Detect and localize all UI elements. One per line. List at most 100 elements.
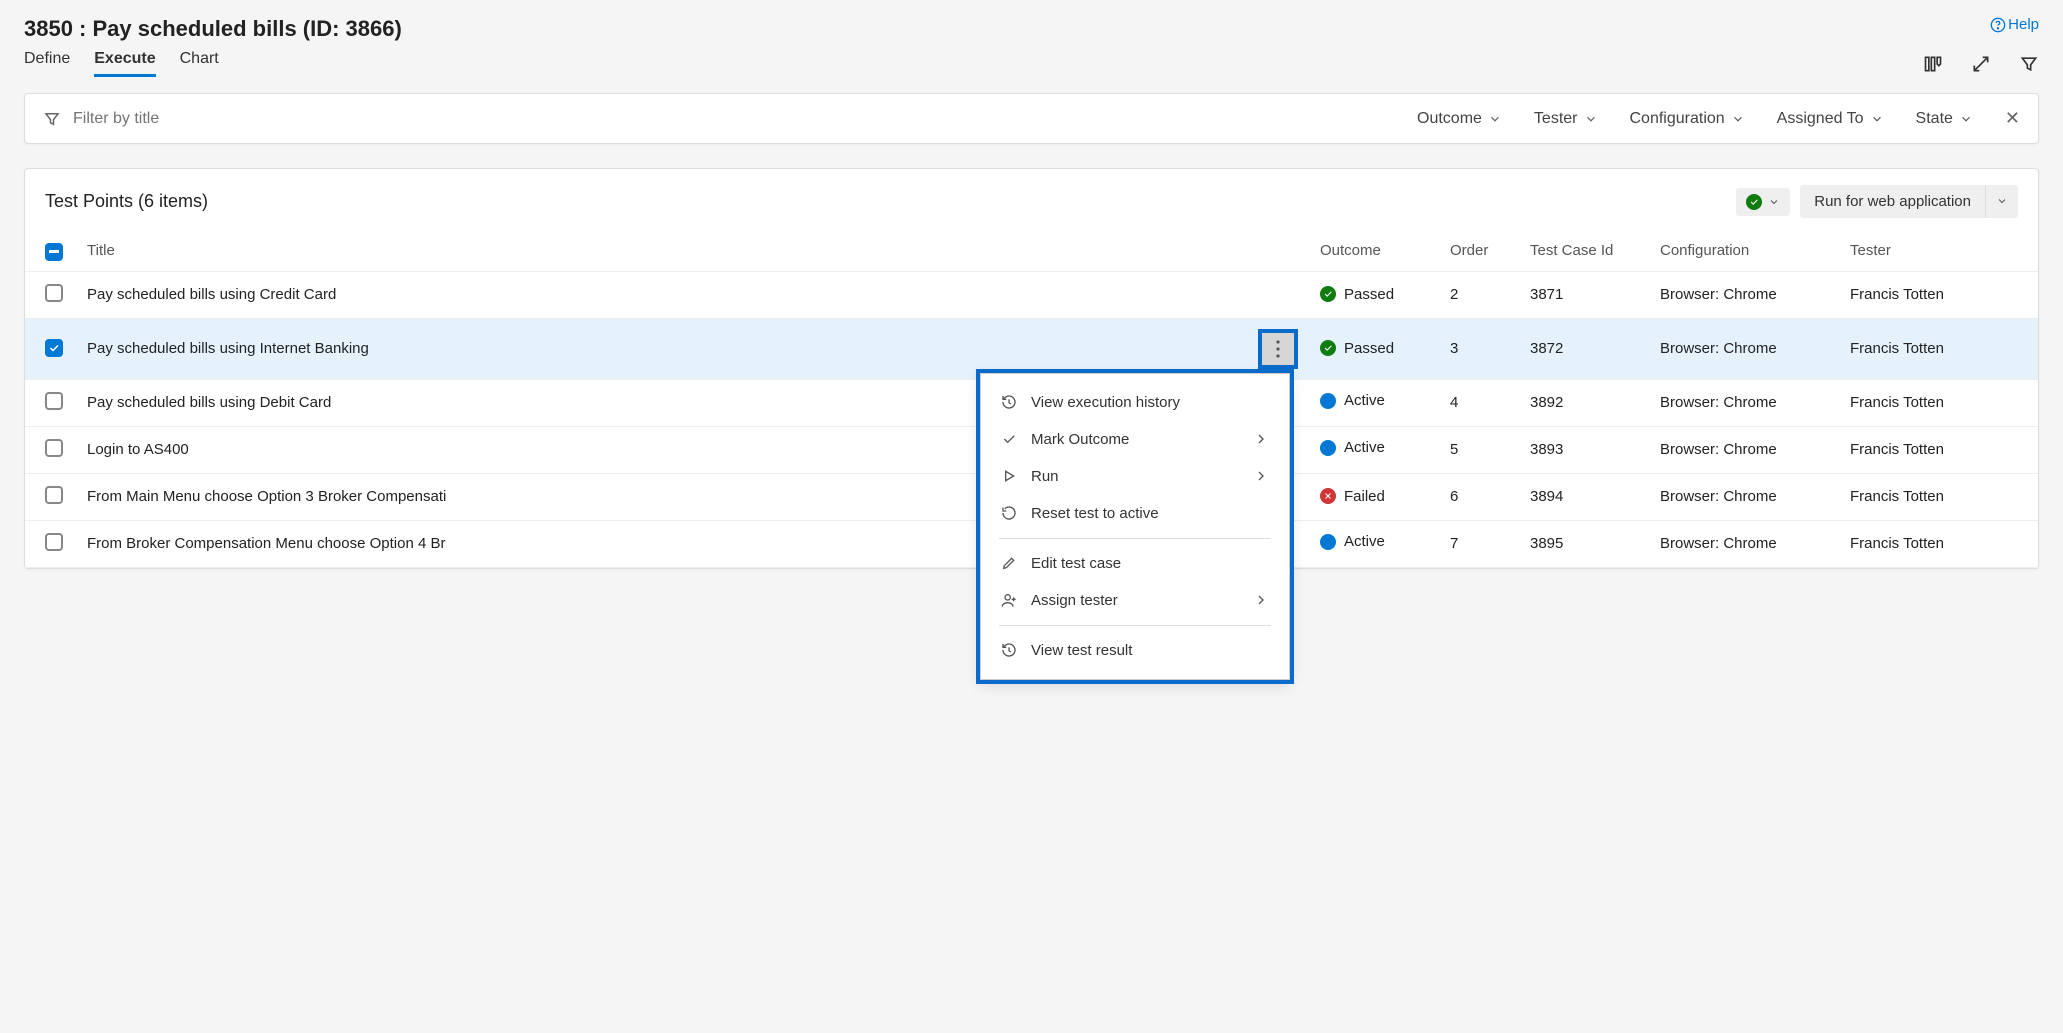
chevron-right-icon — [1253, 468, 1269, 484]
fullscreen-icon[interactable] — [1971, 54, 1991, 74]
col-outcome[interactable]: Outcome — [1308, 230, 1438, 271]
chevron-down-icon — [1959, 112, 1973, 126]
menu-separator — [999, 625, 1271, 626]
menu-label: Reset test to active — [1031, 505, 1159, 522]
row-title: Pay scheduled bills using Debit Card — [87, 394, 331, 411]
row-title: Pay scheduled bills using Credit Card — [87, 286, 336, 303]
menu-mark-outcome[interactable]: Mark Outcome — [981, 421, 1289, 458]
row-checkbox[interactable] — [45, 284, 63, 302]
history-icon — [1001, 394, 1017, 410]
row-title: From Main Menu choose Option 3 Broker Co… — [87, 488, 446, 505]
filter-state[interactable]: State — [1916, 110, 1973, 128]
row-order: 3 — [1438, 318, 1518, 379]
pencil-icon — [1001, 555, 1017, 571]
table-row[interactable]: Pay scheduled bills using Internet Banki… — [25, 318, 2038, 379]
chevron-down-icon — [1768, 196, 1780, 208]
menu-run[interactable]: Run — [981, 458, 1289, 495]
row-checkbox[interactable] — [45, 533, 63, 551]
check-circle-icon — [1746, 194, 1762, 210]
menu-view-execution-history[interactable]: View execution history — [981, 384, 1289, 421]
more-actions-button[interactable] — [1260, 331, 1296, 367]
row-checkbox[interactable] — [45, 392, 63, 410]
row-order: 6 — [1438, 473, 1518, 520]
row-test-case-id: 3894 — [1518, 473, 1648, 520]
filter-tester[interactable]: Tester — [1534, 110, 1598, 128]
row-configuration: Browser: Chrome — [1648, 379, 1838, 426]
menu-assign-tester[interactable]: Assign tester — [981, 582, 1289, 619]
menu-separator — [999, 538, 1271, 539]
filter-bar: Outcome Tester Configuration Assigned To… — [24, 93, 2039, 144]
menu-label: View execution history — [1031, 394, 1180, 411]
tab-execute[interactable]: Execute — [94, 50, 155, 77]
run-button-caret[interactable] — [1985, 186, 2018, 218]
page-title: 3850 : Pay scheduled bills (ID: 3866) — [24, 16, 402, 42]
menu-label: View test result — [1031, 642, 1132, 659]
help-label: Help — [2008, 16, 2039, 33]
menu-label: Mark Outcome — [1031, 431, 1129, 448]
row-order: 5 — [1438, 426, 1518, 473]
row-tester: Francis Totten — [1838, 473, 2038, 520]
row-outcome: Active — [1344, 392, 1385, 409]
active-icon — [1320, 534, 1336, 550]
row-order: 4 — [1438, 379, 1518, 426]
row-test-case-id: 3893 — [1518, 426, 1648, 473]
filter-assigned-to[interactable]: Assigned To — [1777, 110, 1884, 128]
filter-input[interactable] — [73, 110, 1417, 128]
active-icon — [1320, 393, 1336, 409]
row-order: 7 — [1438, 520, 1518, 567]
filter-configuration[interactable]: Configuration — [1630, 110, 1745, 128]
refresh-icon — [1001, 505, 1017, 521]
clear-filters-button[interactable]: ✕ — [2005, 108, 2020, 129]
play-icon — [1001, 468, 1017, 484]
filter-state-label: State — [1916, 110, 1953, 128]
col-configuration[interactable]: Configuration — [1648, 230, 1838, 271]
menu-label: Edit test case — [1031, 555, 1121, 572]
menu-view-test-result[interactable]: View test result — [981, 632, 1289, 669]
filter-tester-label: Tester — [1534, 110, 1578, 128]
filter-outcome[interactable]: Outcome — [1417, 110, 1502, 128]
row-test-case-id: 3872 — [1518, 318, 1648, 379]
filter-configuration-label: Configuration — [1630, 110, 1725, 128]
row-outcome: Passed — [1344, 340, 1394, 357]
tab-chart[interactable]: Chart — [180, 50, 219, 77]
row-title: From Broker Compensation Menu choose Opt… — [87, 535, 446, 552]
row-title: Login to AS400 — [87, 441, 189, 458]
chevron-down-icon — [1996, 195, 2008, 207]
passed-icon — [1320, 286, 1336, 302]
row-configuration: Browser: Chrome — [1648, 473, 1838, 520]
failed-icon — [1320, 488, 1336, 504]
row-checkbox[interactable] — [45, 339, 63, 357]
passed-icon — [1320, 340, 1336, 356]
menu-label: Run — [1031, 468, 1059, 485]
row-configuration: Browser: Chrome — [1648, 271, 1838, 318]
menu-edit-test-case[interactable]: Edit test case — [981, 545, 1289, 582]
row-title: Pay scheduled bills using Internet Banki… — [87, 340, 369, 357]
row-tester: Francis Totten — [1838, 520, 2038, 567]
col-title[interactable]: Title — [75, 230, 1308, 271]
tabs: Define Execute Chart — [24, 50, 219, 77]
row-tester: Francis Totten — [1838, 379, 2038, 426]
mark-outcome-quick-button[interactable] — [1736, 188, 1790, 216]
select-all-checkbox[interactable] — [45, 243, 63, 261]
check-icon — [1001, 431, 1017, 447]
row-tester: Francis Totten — [1838, 426, 2038, 473]
row-outcome: Active — [1344, 439, 1385, 456]
row-outcome: Failed — [1344, 488, 1385, 505]
col-tester[interactable]: Tester — [1838, 230, 2038, 271]
filter-icon[interactable] — [2019, 54, 2039, 74]
filter-funnel-icon — [43, 110, 61, 128]
col-order[interactable]: Order — [1438, 230, 1518, 271]
col-test-case-id[interactable]: Test Case Id — [1518, 230, 1648, 271]
tab-define[interactable]: Define — [24, 50, 70, 77]
active-icon — [1320, 440, 1336, 456]
row-checkbox[interactable] — [45, 486, 63, 504]
help-link[interactable]: Help — [1990, 16, 2039, 33]
help-icon — [1990, 17, 2006, 33]
table-row[interactable]: Pay scheduled bills using Credit Card Pas… — [25, 271, 2038, 318]
row-outcome: Passed — [1344, 286, 1394, 303]
row-outcome: Active — [1344, 533, 1385, 550]
run-button[interactable]: Run for web application — [1800, 185, 1985, 218]
column-options-icon[interactable] — [1923, 54, 1943, 74]
menu-reset-to-active[interactable]: Reset test to active — [981, 495, 1289, 532]
row-checkbox[interactable] — [45, 439, 63, 457]
